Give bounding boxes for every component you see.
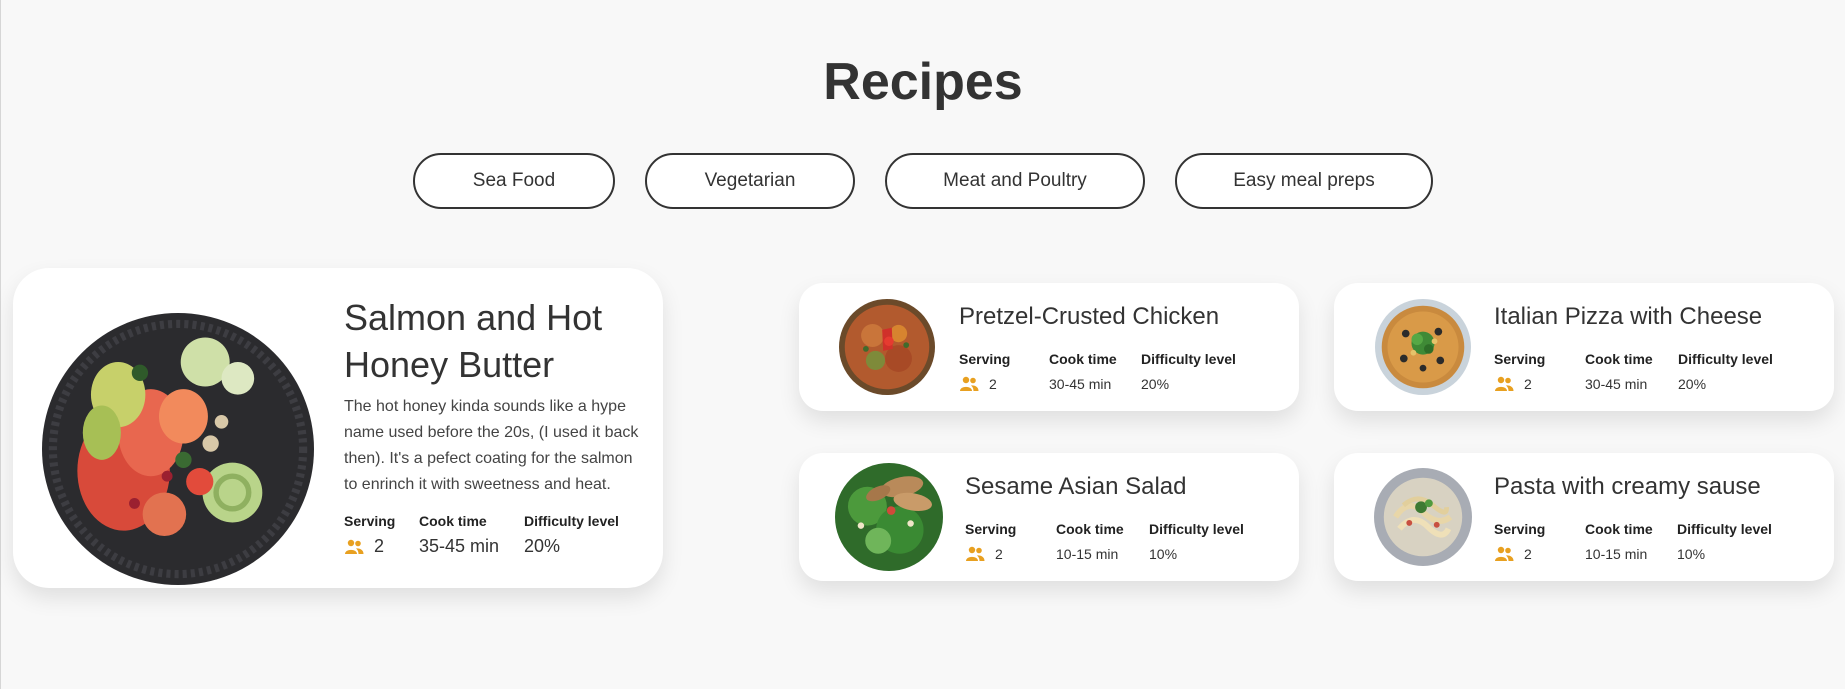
filter-meat-poultry-button[interactable]: Meat and Poultry [885,153,1145,209]
pretzel-chicken-image [839,299,935,395]
difficulty-label: Difficulty level [1678,351,1773,367]
difficulty-label: Difficulty level [1141,351,1236,367]
recipe-stats: Serving 2 Cook time 10-15 min Difficulty… [1494,521,1772,562]
serving-label: Serving [1494,521,1546,537]
filter-easy-meal-preps-button[interactable]: Easy meal preps [1175,153,1433,209]
serving-label: Serving [344,513,396,529]
serving-stat: Serving 2 [344,513,419,557]
cook-time-label: Cook time [1049,351,1117,367]
difficulty-stat: Difficulty level 20% [1678,351,1773,392]
serving-value: 2 [995,546,1003,562]
difficulty-value: 10% [1149,546,1178,562]
recipe-stats: Serving 2 Cook time 30-45 min Difficulty… [1494,351,1773,392]
cook-time-label: Cook time [419,513,487,529]
people-icon [1494,546,1514,562]
people-icon [965,546,985,562]
cook-time-value: 30-45 min [1049,376,1112,392]
serving-stat: Serving 2 [965,521,1056,562]
serving-value: 2 [1524,376,1532,392]
recipe-card-pretzel-chicken[interactable]: Pretzel-Crusted Chicken Serving 2 Cook t… [799,283,1299,411]
recipe-stats: Serving 2 Cook time 35-45 min Difficulty… [344,513,619,557]
cook-time-value: 10-15 min [1056,546,1119,562]
difficulty-stat: Difficulty level 10% [1677,521,1772,562]
recipe-name: Italian Pizza with Cheese [1494,303,1763,330]
serving-label: Serving [965,521,1017,537]
filter-sea-food-button[interactable]: Sea Food [413,153,615,209]
recipe-card-sesame-salad[interactable]: Sesame Asian Salad Serving 2 Cook time 1… [799,453,1299,581]
category-filters: Sea Food Vegetarian Meat and Poultry Eas… [1,153,1845,209]
people-icon [1494,376,1514,392]
featured-recipe-card[interactable]: Salmon and Hot Honey Butter The hot hone… [13,268,663,588]
salad-image [835,463,943,571]
serving-value: 2 [989,376,997,392]
filter-vegetarian-button[interactable]: Vegetarian [645,153,855,209]
cook-time-stat: Cook time 10-15 min [1056,521,1149,562]
difficulty-label: Difficulty level [1677,521,1772,537]
difficulty-value: 20% [524,536,561,556]
difficulty-label: Difficulty level [1149,521,1244,537]
recipe-card-creamy-pasta[interactable]: Pasta with creamy sause Serving 2 Cook t… [1334,453,1834,581]
recipe-name: Pretzel-Crusted Chicken [959,303,1220,330]
cook-time-value: 30-45 min [1585,376,1648,392]
featured-recipe-name: Salmon and Hot Honey Butter [344,297,603,385]
recipe-name: Sesame Asian Salad [965,473,1187,500]
difficulty-value: 20% [1678,376,1707,392]
difficulty-value: 10% [1677,546,1706,562]
featured-recipe-description: The hot honey kinda sounds like a hype n… [344,398,639,493]
pizza-image [1375,299,1471,395]
cook-time-label: Cook time [1585,351,1653,367]
cook-time-value: 35-45 min [419,536,500,556]
difficulty-stat: Difficulty level 10% [1149,521,1244,562]
cook-time-stat: Cook time 30-45 min [1585,351,1678,392]
people-icon [959,376,979,392]
recipe-name: Pasta with creamy sause [1494,473,1761,500]
cook-time-value: 10-15 min [1585,546,1648,562]
recipe-stats: Serving 2 Cook time 10-15 min Difficulty… [965,521,1244,562]
cook-time-label: Cook time [1585,521,1653,537]
serving-label: Serving [959,351,1011,367]
serving-value: 2 [1524,546,1532,562]
serving-stat: Serving 2 [1494,521,1585,562]
recipe-stats: Serving 2 Cook time 30-45 min Difficulty… [959,351,1236,392]
recipe-card-italian-pizza[interactable]: Italian Pizza with Cheese Serving 2 Cook… [1334,283,1834,411]
difficulty-stat: Difficulty level 20% [1141,351,1236,392]
serving-stat: Serving 2 [959,351,1049,392]
cook-time-label: Cook time [1056,521,1124,537]
salmon-bowl-image [42,313,314,585]
difficulty-value: 20% [1141,376,1170,392]
serving-value: 2 [374,536,385,556]
pasta-image [1374,468,1472,566]
difficulty-label: Difficulty level [524,513,619,529]
cook-time-stat: Cook time 10-15 min [1585,521,1677,562]
cook-time-stat: Cook time 35-45 min [419,513,524,557]
serving-label: Serving [1494,351,1546,367]
difficulty-stat: Difficulty level 20% [524,513,619,557]
people-icon [344,539,364,555]
page-title: Recipes [823,53,1023,111]
cook-time-stat: Cook time 30-45 min [1049,351,1141,392]
recipes-page: Recipes Sea Food Vegetarian Meat and Pou… [0,0,1845,689]
serving-stat: Serving 2 [1494,351,1585,392]
